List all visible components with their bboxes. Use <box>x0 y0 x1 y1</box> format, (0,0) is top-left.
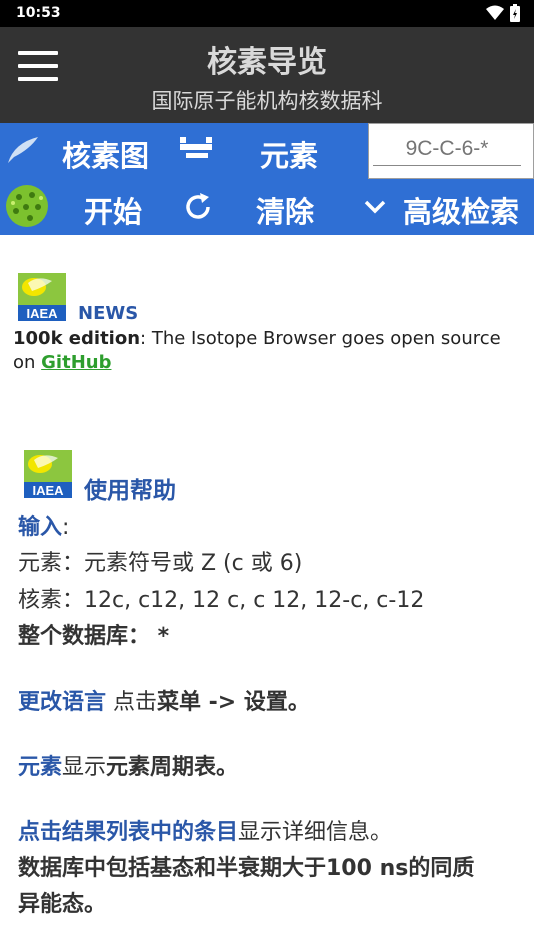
database-info-line-1: 数据库中包括基态和半衰期大于100 ns的同质 <box>18 856 475 881</box>
start-button[interactable]: 开始 <box>84 189 142 231</box>
help-title: 使用帮助 <box>84 478 176 504</box>
periodic-table-icon[interactable] <box>180 135 212 163</box>
wifi-icon <box>486 5 504 20</box>
element-input-line: 元素：元素符号或 Z (c 或 6) <box>18 551 303 576</box>
refresh-icon[interactable] <box>183 192 213 222</box>
news-title: NEWS <box>78 303 139 324</box>
clear-button[interactable]: 清除 <box>256 189 314 231</box>
nuclide-input-line: 核素：12c, c12, 12 c, c 12, 12-c, c-12 <box>18 588 425 613</box>
app-bar: 核素导览 国际原子能机构核数据科 <box>0 27 534 123</box>
nuclide-chart-icon[interactable] <box>6 135 40 165</box>
elements-info-line: 元素显示元素周期表。 <box>18 755 239 780</box>
status-time: 10:53 <box>16 5 61 21</box>
battery-icon <box>510 4 520 22</box>
input-heading: 输入: <box>18 515 70 540</box>
advanced-search-button[interactable]: 高级检索 <box>403 189 519 231</box>
database-input-line: 整个数据库： * <box>18 624 170 649</box>
news-edition: 100k edition <box>13 328 141 349</box>
virus-icon[interactable] <box>4 183 50 229</box>
iaea-logo-help-icon: IAEA <box>24 450 72 498</box>
toolbar-secondary: 开始 清除 高级检索 <box>0 179 534 235</box>
chevron-down-icon[interactable] <box>364 199 386 215</box>
click-results-line: 点击结果列表中的条目显示详细信息。 <box>18 820 393 845</box>
logo-text: IAEA <box>26 306 58 321</box>
change-language-line: 更改语言 点击菜单 -> 设置。 <box>18 690 310 715</box>
nuclide-chart-button[interactable]: 核素图 <box>62 133 149 175</box>
status-bar: 10:53 <box>0 0 534 27</box>
github-link[interactable]: GitHub <box>41 352 111 373</box>
search-container <box>368 123 534 179</box>
iaea-logo-icon: IAEA <box>18 273 66 321</box>
app-title: 核素导览 <box>207 45 327 80</box>
news-body: 100k edition: The Isotope Browser goes o… <box>13 327 523 375</box>
logo-text-help: IAEA <box>32 483 64 498</box>
app-subtitle: 国际原子能机构核数据科 <box>151 89 383 113</box>
database-info-line-2: 异能态。 <box>18 892 107 917</box>
elements-button[interactable]: 元素 <box>260 133 318 175</box>
search-input[interactable] <box>373 132 521 166</box>
status-icons <box>486 4 520 22</box>
